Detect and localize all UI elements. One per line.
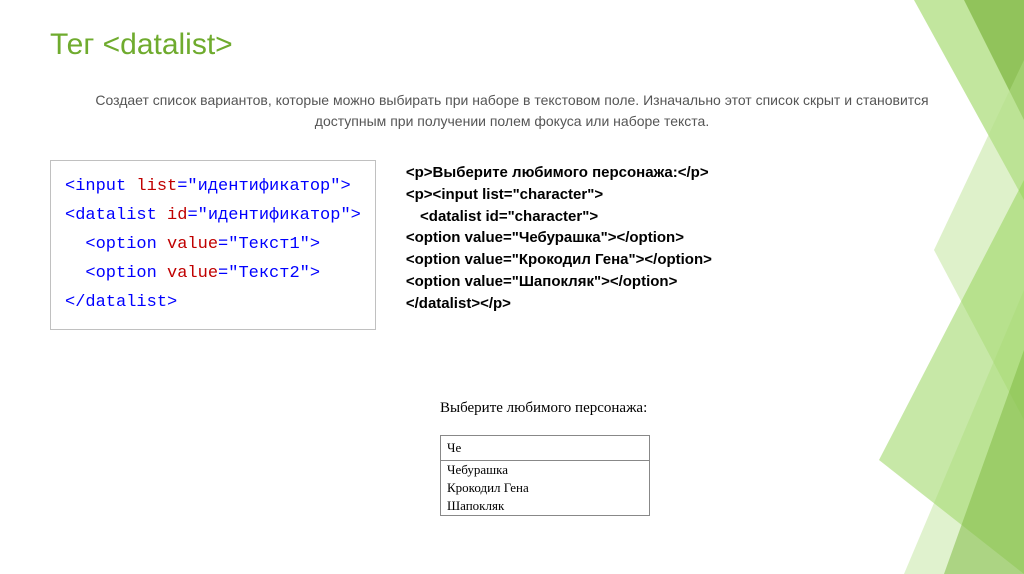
code-token: Текст2 xyxy=(238,264,299,283)
description-text: Создает список вариантов, которые можно … xyxy=(90,90,934,132)
code-token: идентификатор xyxy=(208,206,341,225)
title-prefix: Тег xyxy=(50,28,103,61)
code-token: =" xyxy=(187,206,207,225)
title-tag: <datalist> xyxy=(103,28,233,61)
code-token: "> xyxy=(340,206,360,225)
code-line: <option value="Чебурашка"></option> xyxy=(406,227,712,249)
code-token: =" xyxy=(218,235,238,254)
code-line: <datalist id="character"> xyxy=(416,206,712,228)
demo-input[interactable]: Че xyxy=(441,436,649,461)
code-token: value xyxy=(167,235,218,254)
code-token: id xyxy=(167,206,187,225)
demo-option[interactable]: Чебурашка xyxy=(441,461,649,479)
demo-label: Выберите любимого персонажа: xyxy=(440,400,650,417)
code-line: <option value="Шапокляк"></option> xyxy=(406,271,712,293)
code-token: =" xyxy=(177,177,197,196)
demo-combo: Че Чебурашка Крокодил Гена Шапокляк xyxy=(440,435,650,516)
content-row: <input list="идентификатор"> <datalist i… xyxy=(50,160,974,330)
code-token: "> xyxy=(330,177,350,196)
code-line: <option value="Крокодил Гена"></option> xyxy=(406,249,712,271)
example-code: <p>Выберите любимого персонажа:</p> <p><… xyxy=(406,160,712,314)
code-token: Текст1 xyxy=(238,235,299,254)
code-token: <input xyxy=(65,177,136,196)
demo-option[interactable]: Шапокляк xyxy=(441,497,649,515)
code-token: <datalist xyxy=(65,206,167,225)
code-token: list xyxy=(136,177,177,196)
demo-area: Выберите любимого персонажа: Че Чебурашк… xyxy=(440,400,650,516)
demo-option-list: Чебурашка Крокодил Гена Шапокляк xyxy=(441,461,649,515)
code-token: <option xyxy=(65,235,167,254)
code-line: <p><input list="character"> xyxy=(406,184,712,206)
code-token: <option xyxy=(65,264,167,283)
code-line: </datalist></p> xyxy=(406,293,712,315)
code-token: =" xyxy=(218,264,238,283)
demo-option[interactable]: Крокодил Гена xyxy=(441,479,649,497)
code-token: "> xyxy=(300,264,320,283)
code-token: идентификатор xyxy=(198,177,331,196)
code-token: value xyxy=(167,264,218,283)
code-token: </datalist> xyxy=(65,293,177,312)
slide: Тег <datalist> Создает список вариантов,… xyxy=(0,0,1024,574)
code-token: "> xyxy=(300,235,320,254)
code-line: <p>Выберите любимого персонажа:</p> xyxy=(406,162,712,184)
syntax-box: <input list="идентификатор"> <datalist i… xyxy=(50,160,376,330)
slide-title: Тег <datalist> xyxy=(50,28,974,62)
